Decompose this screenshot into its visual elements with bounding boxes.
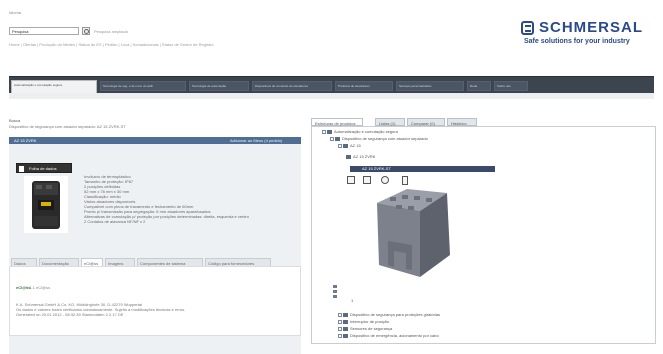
folder-icon	[346, 154, 351, 159]
nav-tab-automation[interactable]: Automatização e comutação segura	[11, 80, 97, 94]
search-icon[interactable]	[82, 27, 90, 35]
tree-node[interactable]: Interruptor de posição	[338, 319, 389, 325]
folder-icon	[335, 136, 340, 141]
footer-line: Generated on 20.01.2012 - 08:32:39 Stamm…	[16, 312, 124, 317]
tab-compare[interactable]: Comparar (0)	[407, 118, 445, 126]
detail-panel	[9, 266, 301, 336]
product-photo	[24, 176, 68, 233]
tab-history[interactable]: Histórico	[447, 118, 477, 126]
viewer-page-indicator: 1	[351, 298, 354, 303]
tab-product-structure[interactable]: Estruturas de produtos	[311, 118, 363, 126]
tree-node[interactable]: AZ 15 ZVRK	[346, 154, 375, 160]
datasheet-button[interactable]: Folha de dados	[16, 163, 72, 173]
feature-item: 2 Contatos de alavanca NF/NF x 2	[84, 219, 146, 224]
logo-name: SCHMERSAL	[539, 19, 644, 36]
zoom-icon[interactable]	[347, 176, 355, 184]
collapse-icon[interactable]	[333, 285, 337, 288]
expand-icon[interactable]	[338, 333, 342, 338]
tree-node-selected[interactable]: AZ 15 ZVRK-ST	[350, 166, 495, 172]
right-panel-tabs: Estruturas de produtos Listas (1) Compar…	[311, 118, 656, 126]
nav-tab-custom-services[interactable]: Serviços personalizados	[396, 81, 464, 91]
folder-icon	[343, 319, 348, 324]
collapse-icon[interactable]	[333, 290, 337, 293]
page-title: Busca	[9, 118, 21, 123]
search-input[interactable]	[9, 27, 79, 35]
expand-icon[interactable]	[338, 312, 342, 317]
folder-icon	[343, 312, 348, 317]
nav-tab-about[interactable]: Sobre nós	[494, 81, 528, 91]
logo-mark-icon	[521, 21, 534, 35]
folder-icon	[343, 143, 348, 148]
folder-icon	[343, 326, 348, 331]
nav-tab-safety-tech[interactable]: Tecnologia de seg. e de mod. do atrib	[100, 81, 186, 91]
tree-collapsed-markers	[333, 285, 337, 300]
logo-tagline: Safe solutions for your industry	[524, 38, 630, 45]
feature-list: Invólucro de termoplástico Tamanho de pr…	[84, 174, 299, 224]
expand-icon[interactable]	[338, 143, 342, 148]
language-link[interactable]: Idioma	[9, 10, 21, 15]
document-icon[interactable]	[402, 176, 408, 185]
add-to-list-link[interactable]: Adicionar ao Meus (4 pedido)	[230, 138, 282, 143]
nav-underbar	[9, 93, 654, 99]
rotate-icon[interactable]	[381, 176, 389, 184]
nav-tab-elevator-products[interactable]: Produtos de elevadores	[335, 81, 393, 91]
main-nav: Automatização e comutação segura Tecnolo…	[9, 76, 654, 94]
expand-icon[interactable]	[338, 326, 342, 331]
nav-tab-elevator-controls[interactable]: Dispositivos de comando de elevadores	[252, 81, 332, 91]
nav-tab-automation-tech[interactable]: Tecnologia de automação	[189, 81, 249, 91]
advanced-search-link[interactable]: Pesquisa ampliada	[94, 29, 128, 34]
expand-icon[interactable]	[330, 136, 334, 141]
folder-icon	[327, 129, 332, 134]
tree-node[interactable]: Dispositivo de segurança com atuador sep…	[330, 136, 428, 142]
product-code: AZ 15 ZVRK	[14, 138, 37, 143]
3d-viewer[interactable]	[342, 175, 517, 297]
footer-text: K.A. Schmersal GmbH & Co. KG, Möddinghof…	[16, 302, 185, 317]
document-icon	[19, 166, 24, 172]
datasheet-label: Folha de dados	[29, 166, 57, 171]
tree-node[interactable]: Dispositivo de emergência, acionamento p…	[338, 333, 439, 339]
eclass-version: 5.1.1 eCl@ss	[26, 285, 51, 290]
tab-lists[interactable]: Listas (1)	[375, 118, 405, 126]
fit-view-icon[interactable]	[363, 176, 371, 184]
schmersal-logo: SCHMERSAL Safe solutions for your indust…	[519, 18, 649, 50]
page-subtitle: Dispositivo de segurança com atuador sep…	[9, 124, 126, 129]
tree-node[interactable]: Dispositivo de segurança para proteções …	[338, 312, 440, 318]
expand-icon[interactable]	[322, 129, 326, 134]
tree-node[interactable]: Automatização e comutação segura	[322, 129, 398, 135]
collapse-icon[interactable]	[333, 295, 337, 298]
folder-icon	[343, 333, 348, 338]
nav-tab-network[interactable]: Rede	[467, 81, 491, 91]
tree-node[interactable]: AZ 15	[338, 143, 361, 149]
quick-links[interactable]: Home | Ofertas | Produção do Medes | Sta…	[9, 42, 309, 47]
expand-icon[interactable]	[338, 319, 342, 324]
selected-node-label: AZ 15 ZVRK-ST	[362, 166, 391, 171]
tree-node[interactable]: Sensores de segurança	[338, 326, 392, 332]
